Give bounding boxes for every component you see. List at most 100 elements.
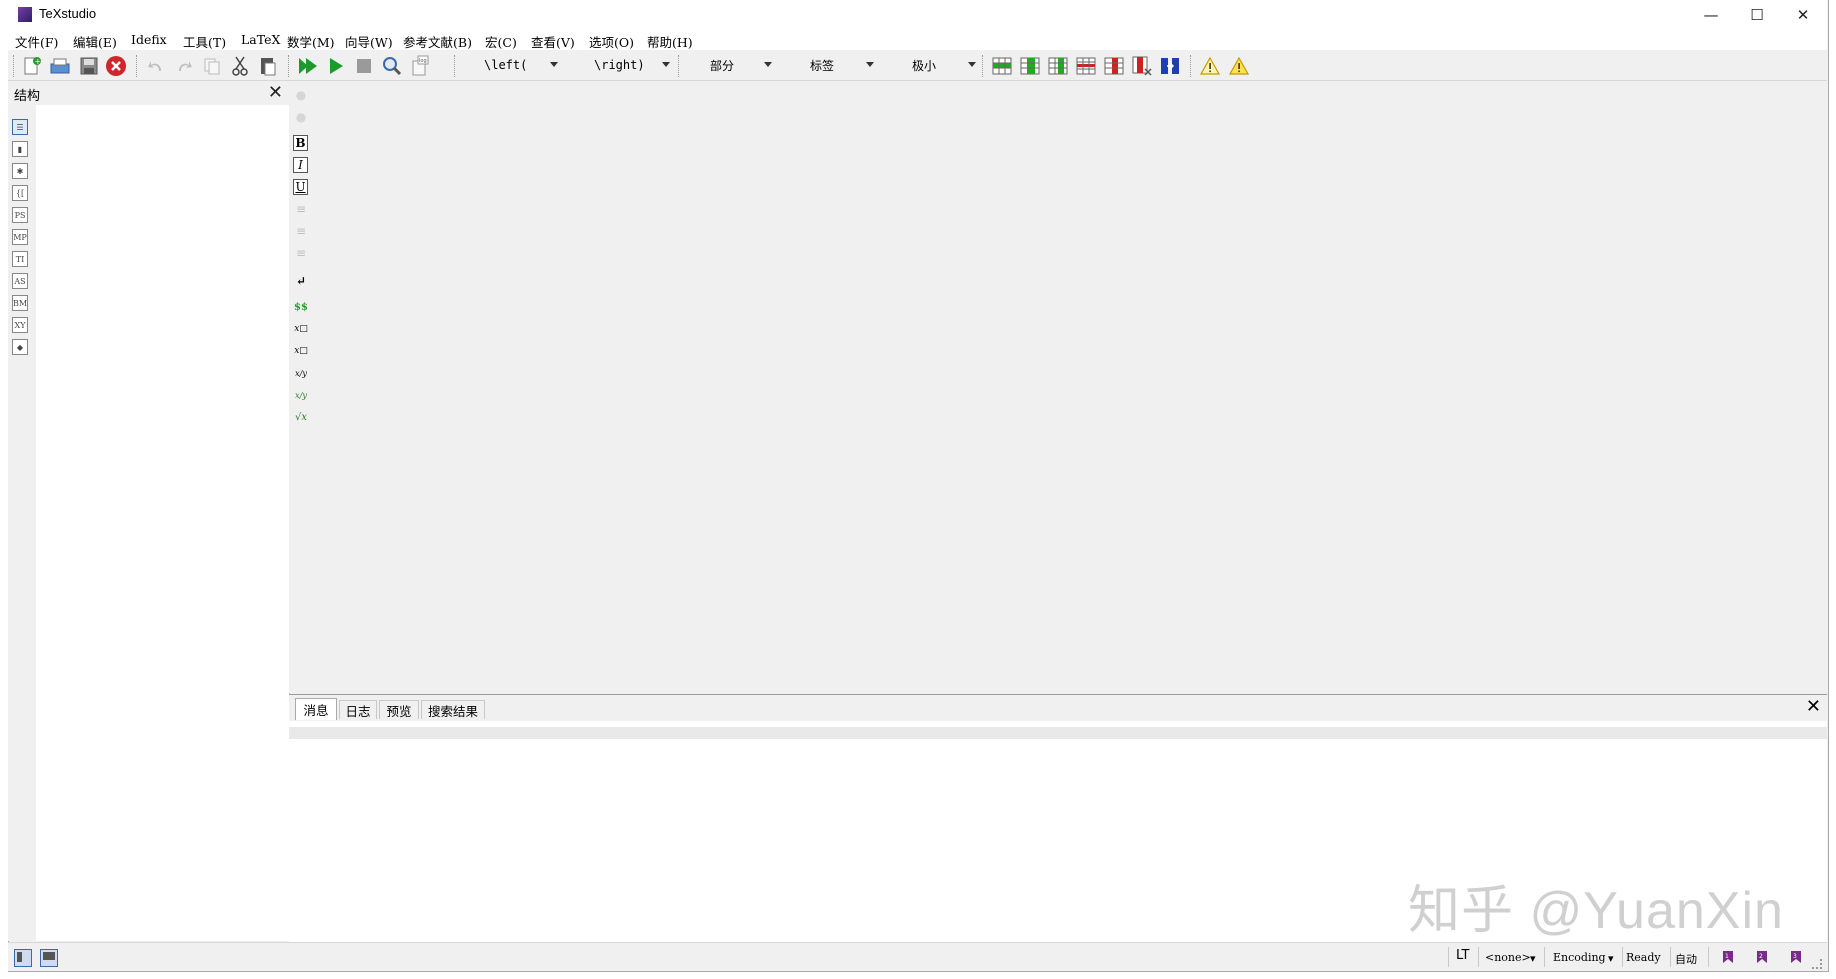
toggle-messages-icon[interactable] [40, 949, 58, 967]
stop-icon[interactable] [352, 54, 376, 78]
new-file-icon[interactable]: + [20, 54, 44, 78]
insert-column-icon[interactable] [1046, 54, 1070, 78]
panel-tabs: 消息 日志 预览 搜索结果 ✕ [289, 695, 1827, 721]
close-file-icon[interactable] [104, 54, 128, 78]
superscript-icon[interactable]: x□ [293, 343, 309, 359]
label-select[interactable]: 标签 [784, 54, 876, 76]
bookmark-icon[interactable]: ▮ [12, 141, 28, 157]
align-right-icon[interactable]: ≡ [293, 245, 309, 261]
auto-mode[interactable]: 自动 [1675, 951, 1697, 967]
warning-icon[interactable] [1227, 54, 1251, 78]
menu-edit[interactable]: 编辑(E) [73, 32, 117, 51]
bookmark-icon[interactable]: 2 [1754, 949, 1770, 968]
warning-icon[interactable] [1198, 54, 1222, 78]
mp-icon[interactable]: MP [12, 229, 28, 245]
asterisk-icon[interactable]: ✱ [12, 163, 28, 179]
menu-tools[interactable]: 工具(T) [183, 32, 226, 51]
section-select[interactable]: 部分 [686, 54, 774, 76]
remove-row-icon[interactable] [1074, 54, 1098, 78]
log-icon[interactable]: log [408, 54, 432, 78]
italic-icon[interactable]: I [293, 157, 308, 173]
spell-language[interactable]: <none> [1485, 951, 1531, 964]
menu-help[interactable]: 帮助(H) [647, 32, 693, 51]
bookmark-icon[interactable]: 1 [1720, 949, 1736, 968]
arrow-down-icon[interactable]: ● [293, 109, 309, 125]
tab-log[interactable]: 日志 [339, 700, 377, 719]
watermark: 知乎 @YuanXin [1408, 882, 1784, 940]
dfrac-icon[interactable]: x/y [293, 387, 309, 403]
print-icon[interactable] [48, 54, 72, 78]
menu-math[interactable]: 数学(M) [287, 32, 335, 51]
align-icon[interactable] [1158, 54, 1182, 78]
remove-column-icon[interactable] [1102, 54, 1126, 78]
status-bar: LT <none> ▾ Encoding ▾ Ready 自动 1 2 3 [8, 942, 1827, 971]
structure-title: 结构 [14, 89, 41, 104]
encoding-selector[interactable]: Encoding [1553, 951, 1606, 964]
messages-header-strip [289, 727, 1827, 739]
arrow-up-icon[interactable]: ● [293, 87, 309, 103]
build-view-icon[interactable] [296, 54, 320, 78]
minimize-button[interactable]: — [1688, 0, 1734, 30]
close-icon[interactable]: ✕ [268, 82, 283, 103]
brackets-icon[interactable]: {[ [12, 185, 28, 201]
menu-bibliography[interactable]: 参考文献(B) [403, 32, 472, 51]
add-row-icon[interactable] [990, 54, 1014, 78]
save-icon[interactable] [77, 54, 101, 78]
size-select[interactable]: 极小 [886, 54, 978, 76]
redo-icon[interactable] [172, 54, 196, 78]
close-icon[interactable]: ✕ [1806, 696, 1821, 717]
tab-search-results[interactable]: 搜索结果 [421, 700, 485, 719]
tab-messages[interactable]: 消息 [295, 698, 337, 720]
subscript-icon[interactable]: x□ [293, 321, 309, 337]
cut-icon[interactable] [228, 54, 252, 78]
menu-wizards[interactable]: 向导(W) [345, 32, 393, 51]
svg-text:3: 3 [1793, 953, 1797, 960]
ti-icon[interactable]: TI [12, 251, 28, 267]
underline-icon[interactable]: U [293, 179, 308, 195]
structure-list-icon[interactable]: ☰ [12, 119, 28, 135]
ps-icon[interactable]: PS [12, 207, 28, 223]
copy-icon[interactable] [200, 54, 224, 78]
editor-area[interactable] [289, 81, 1827, 693]
add-column-icon[interactable] [1018, 54, 1042, 78]
left-delimiter-value: \left( [484, 58, 528, 72]
close-window-button[interactable]: ✕ [1780, 0, 1826, 30]
as-icon[interactable]: AS [12, 273, 28, 289]
newline-icon[interactable]: ↵ [293, 273, 309, 289]
maximize-button[interactable]: ☐ [1734, 0, 1780, 30]
symbols-icon[interactable]: ◆ [12, 339, 28, 355]
structure-icon-bar: ☰ ▮ ✱ {[ PS MP TI AS BM XY ◆ [8, 105, 36, 941]
sqrt-icon[interactable]: √x [293, 409, 309, 425]
menu-view[interactable]: 查看(V) [531, 32, 575, 51]
bm-icon[interactable]: BM [12, 295, 28, 311]
align-center-icon[interactable]: ≡ [293, 223, 309, 239]
menu-idefix[interactable]: Idefix [131, 32, 167, 47]
chevron-down-icon [662, 62, 670, 67]
tab-preview[interactable]: 预览 [379, 700, 419, 719]
chevron-down-icon [550, 62, 558, 67]
undo-icon[interactable] [144, 54, 168, 78]
chevron-down-icon [764, 62, 772, 67]
editor-side-toolbar: ● ● B I U ≡ ≡ ≡ ↵ $$ x□ x□ x/y x/y √x [289, 81, 315, 693]
menu-options[interactable]: 选项(O) [589, 32, 634, 51]
menu-latex[interactable]: LaTeX [241, 32, 280, 47]
bold-icon[interactable]: B [293, 135, 308, 151]
delete-cell-icon[interactable] [1130, 54, 1154, 78]
language-tool-icon[interactable]: LT [1456, 948, 1469, 963]
compile-icon[interactable] [324, 54, 348, 78]
view-icon[interactable] [380, 54, 404, 78]
right-delimiter-select[interactable]: \right) [568, 54, 672, 76]
paste-icon[interactable] [256, 54, 280, 78]
bookmark-icon[interactable]: 3 [1788, 949, 1804, 968]
math-mode-icon[interactable]: $$ [293, 299, 309, 315]
main-toolbar: + log \left( \right) 部分 标签 极小 [8, 50, 1827, 81]
menu-macros[interactable]: 宏(C) [485, 32, 517, 51]
xy-icon[interactable]: XY [12, 317, 28, 333]
resize-grip-icon[interactable] [1812, 959, 1822, 969]
left-delimiter-select[interactable]: \left( [468, 54, 560, 76]
align-left-icon[interactable]: ≡ [293, 201, 309, 217]
toggle-structure-icon[interactable] [14, 949, 32, 967]
menu-file[interactable]: 文件(F) [15, 32, 58, 51]
fraction-icon[interactable]: x/y [293, 365, 309, 381]
texstudio-icon [18, 7, 32, 22]
